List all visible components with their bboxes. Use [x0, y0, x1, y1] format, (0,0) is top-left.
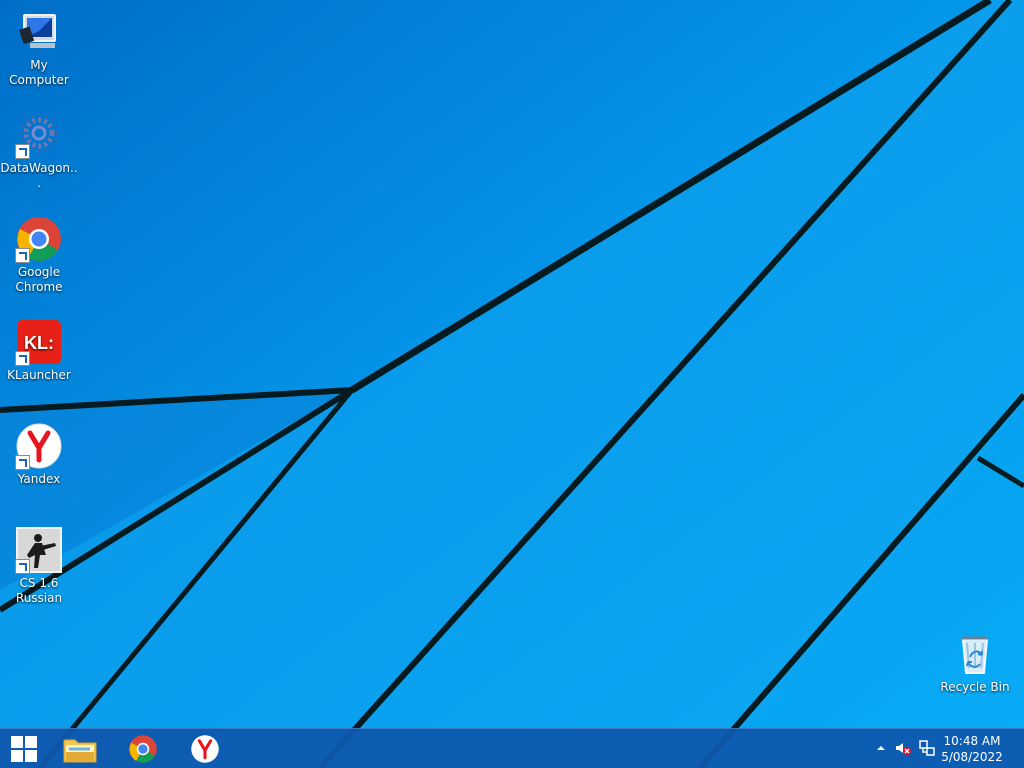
taskbar-clock[interactable]: 10:48 AM 5/08/2022 — [938, 733, 1006, 765]
volume-muted-icon — [896, 743, 911, 755]
shortcut-arrow-icon — [15, 455, 30, 470]
shortcut-arrow-icon — [15, 248, 30, 263]
chrome-icon — [129, 735, 157, 763]
desktop[interactable]: My Computer DataWagon... Google Chrome K… — [0, 0, 1024, 768]
taskbar-google-chrome[interactable] — [119, 729, 167, 768]
taskbar[interactable]: 10:48 AM 5/08/2022 — [0, 728, 1024, 768]
recycle-bin-shortcut[interactable]: Recycle Bin — [936, 630, 1014, 695]
show-hidden-icons-button[interactable] — [872, 739, 890, 757]
network-icon — [919, 740, 935, 756]
google-chrome-shortcut[interactable]: Google Chrome — [0, 215, 78, 295]
yandex-icon — [15, 422, 63, 470]
shortcut-arrow-icon — [15, 559, 30, 574]
datawagon-label: DataWagon... — [0, 161, 78, 190]
yandex-icon — [191, 735, 219, 763]
start-button[interactable] — [0, 729, 48, 768]
datawagon-shortcut[interactable]: DataWagon... — [0, 111, 78, 191]
desktop-wallpaper — [0, 0, 1024, 768]
taskbar-yandex-browser[interactable] — [181, 729, 229, 768]
klauncher-label: KLauncher — [7, 368, 71, 382]
my-computer-icon — [15, 8, 63, 56]
clock-time: 10:48 AM — [943, 734, 1001, 748]
klauncher-logo-text: KL: — [24, 333, 54, 353]
clock-date: 5/08/2022 — [941, 750, 1003, 764]
shortcut-arrow-icon — [15, 351, 30, 366]
yandex-label: Yandex — [17, 472, 61, 486]
cs-1-6-russian-icon — [15, 526, 63, 574]
shortcut-arrow-icon — [15, 144, 30, 159]
datawagon-icon — [15, 111, 63, 159]
chrome-icon — [15, 215, 63, 263]
network-button[interactable] — [918, 739, 936, 757]
recycle-bin-label: Recycle Bin — [940, 680, 1010, 694]
my-computer-shortcut[interactable]: My Computer — [0, 8, 78, 88]
recycle-bin-icon — [951, 630, 999, 678]
yandex-shortcut[interactable]: Yandex — [0, 422, 78, 487]
chevron-up-icon — [877, 746, 885, 750]
windows-logo-icon — [11, 736, 37, 762]
my-computer-label: My Computer — [9, 58, 69, 87]
volume-button[interactable] — [894, 739, 912, 757]
cs-1-6-russian-shortcut[interactable]: CS 1.6 Russian — [0, 526, 78, 606]
taskbar-file-explorer[interactable] — [56, 729, 104, 768]
klauncher-shortcut[interactable]: KL: KLauncher — [0, 318, 78, 383]
klauncher-icon: KL: — [15, 318, 63, 366]
folder-icon — [63, 739, 97, 763]
cs-1-6-russian-label: CS 1.6 Russian — [15, 576, 63, 605]
google-chrome-label: Google Chrome — [15, 265, 63, 294]
